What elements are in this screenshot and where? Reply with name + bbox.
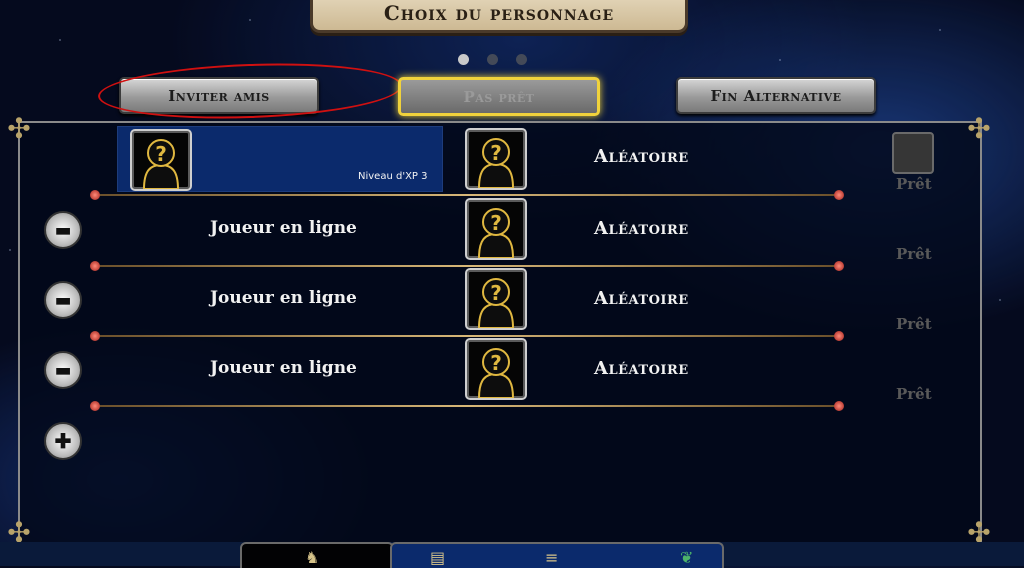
svg-text:?: ?: [490, 211, 502, 235]
kick-player-icon[interactable]: ▬: [44, 211, 82, 249]
player-row-4: ▬ Joueur en ligne ? Aléatoire Prêt: [20, 335, 980, 405]
frame-corner-ornament-icon: ✣: [7, 112, 31, 145]
player-row-1: ? Niveau d'XP 3 ? Aléatoire Prêt: [20, 123, 980, 193]
kick-player-icon[interactable]: ▬: [44, 281, 82, 319]
title-banner: Choix du personnage: [310, 0, 688, 33]
player-name: Joueur en ligne: [210, 358, 357, 378]
page-dot-3[interactable]: [516, 54, 527, 65]
player-name: Joueur en ligne: [210, 288, 357, 308]
card-icon: ▤: [430, 548, 446, 567]
unknown-character-icon: ?: [130, 129, 192, 191]
player-row-2: ▬ Joueur en ligne ? Aléatoire Prêt: [20, 195, 980, 265]
character-name: Aléatoire: [594, 218, 689, 239]
character-name: Aléatoire: [594, 288, 689, 309]
add-player-row: ✚: [20, 405, 980, 475]
page-dot-1[interactable]: [458, 54, 469, 65]
not-ready-button[interactable]: Pas prêt: [398, 77, 600, 116]
character-portrait-icon[interactable]: ?: [465, 268, 527, 330]
character-name: Aléatoire: [594, 358, 689, 379]
ready-checkbox[interactable]: [892, 132, 934, 174]
character-portrait-icon[interactable]: ?: [465, 128, 527, 190]
character-name: Aléatoire: [594, 146, 689, 167]
svg-text:?: ?: [490, 351, 502, 375]
svg-text:?: ?: [155, 142, 167, 166]
svg-text:?: ?: [490, 141, 502, 165]
leaf-icon: ❦: [680, 548, 694, 567]
character-portrait-icon[interactable]: ?: [465, 198, 527, 260]
player-list-panel: ? Niveau d'XP 3 ? Aléatoire Prêt ▬ Joueu…: [18, 121, 982, 555]
frame-corner-ornament-icon: ✣: [967, 112, 991, 145]
page-dot-2[interactable]: [487, 54, 498, 65]
local-player-slot[interactable]: ? Niveau d'XP 3: [117, 126, 443, 192]
add-player-icon[interactable]: ✚: [44, 422, 82, 460]
ready-label: Prêt: [896, 245, 932, 263]
page-title: Choix du personnage: [383, 1, 615, 25]
ready-label: Prêt: [896, 315, 932, 333]
page-indicator: [458, 54, 527, 65]
svg-text:?: ?: [490, 281, 502, 305]
player-row-3: ▬ Joueur en ligne ? Aléatoire Prêt: [20, 265, 980, 335]
character-portrait-icon[interactable]: ?: [465, 338, 527, 400]
kick-player-icon[interactable]: ▬: [44, 351, 82, 389]
ready-label: Prêt: [896, 385, 932, 403]
alternative-ending-button[interactable]: Fin Alternative: [676, 77, 876, 114]
scroll-icon: ≡: [545, 548, 559, 567]
character-figure-icon: ♞: [305, 548, 320, 567]
player-name: Joueur en ligne: [210, 218, 357, 238]
xp-level-label: Niveau d'XP 3: [358, 171, 428, 182]
ready-label: Prêt: [896, 175, 932, 193]
